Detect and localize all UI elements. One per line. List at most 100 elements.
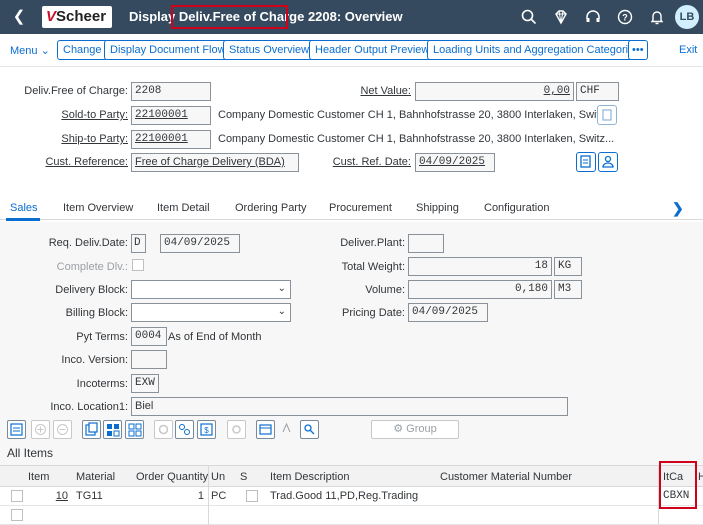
req-deliv-type-field[interactable]: D: [131, 234, 146, 253]
cust-ref-date-label: Cust. Ref. Date:: [332, 156, 411, 168]
select-all-icon[interactable]: [103, 420, 122, 439]
table-row[interactable]: 10 TG11 1 PC Trad.Good 11,PD,Reg.Trading…: [0, 487, 703, 506]
col-customer-material[interactable]: Customer Material Number: [440, 471, 572, 483]
more-button[interactable]: •••: [628, 40, 648, 60]
inco-version-field[interactable]: [131, 350, 167, 369]
document-icon[interactable]: [576, 152, 596, 172]
schedule-icon[interactable]: [175, 420, 194, 439]
row-quantity: 1: [197, 490, 204, 502]
pyt-terms-field[interactable]: 0004: [131, 327, 167, 346]
remove-icon[interactable]: [53, 420, 72, 439]
group-button[interactable]: ⚙ Group: [371, 420, 459, 439]
tab-configuration[interactable]: Configuration: [484, 202, 549, 214]
headset-icon[interactable]: [584, 8, 602, 26]
req-deliv-date-field[interactable]: 04/09/2025: [160, 234, 240, 253]
sold-to-description: Company Domestic Customer CH 1, Bahnhofs…: [218, 109, 615, 121]
pricing-date-field[interactable]: 04/09/2025: [408, 303, 488, 322]
ship-to-label: Ship-to Party:: [61, 133, 128, 145]
deliv-field[interactable]: 2208: [131, 82, 211, 101]
currency-field[interactable]: CHF: [576, 82, 619, 101]
tab-item-detail[interactable]: Item Detail: [157, 202, 210, 214]
pricing-icon[interactable]: $: [197, 420, 216, 439]
col-item-description[interactable]: Item Description: [270, 471, 349, 483]
tab-sales[interactable]: Sales: [10, 202, 38, 214]
col-status[interactable]: S: [240, 471, 247, 483]
filter-icon[interactable]: [300, 420, 319, 439]
volume-unit[interactable]: M3: [554, 280, 582, 299]
shell-bar: ❮ VScheer Display Deliv.Free of Charge 2…: [0, 0, 703, 34]
row-select-checkbox[interactable]: [11, 490, 23, 502]
deliver-plant-field[interactable]: [408, 234, 444, 253]
details-icon[interactable]: [7, 420, 26, 439]
cust-reference-label: Cust. Reference:: [45, 156, 128, 168]
chevron-down-icon[interactable]: ⌵: [376, 8, 384, 21]
complete-dlv-label: Complete Dlv.:: [56, 261, 128, 273]
tab-ordering-party[interactable]: Ordering Party: [235, 202, 307, 214]
ship-to-description: Company Domestic Customer CH 1, Bahnhofs…: [218, 133, 615, 145]
column-divider: [208, 465, 209, 525]
cust-reference-field[interactable]: Free of Charge Delivery (BDA): [131, 153, 299, 172]
row-item[interactable]: 10: [28, 490, 68, 502]
diamond-icon[interactable]: [552, 8, 570, 26]
req-deliv-label: Req. Deliv.Date:: [48, 237, 128, 249]
copy-rows-icon[interactable]: [82, 420, 101, 439]
pyt-terms-label: Pyt Terms:: [76, 331, 128, 343]
sold-to-field[interactable]: 22100001: [131, 106, 211, 125]
deliver-plant-label: Deliver.Plant:: [340, 237, 405, 249]
col-order-quantity[interactable]: Order Quantity: [136, 471, 208, 483]
row-status-checkbox[interactable]: [246, 490, 258, 502]
exit-button[interactable]: Exit: [679, 44, 697, 56]
settings-icon[interactable]: [227, 420, 246, 439]
table-settings-icon[interactable]: [256, 420, 275, 439]
tab-procurement[interactable]: Procurement: [329, 202, 392, 214]
pricing-date-label: Pricing Date:: [342, 307, 405, 319]
table-row[interactable]: [0, 506, 703, 525]
loading-units-button[interactable]: Loading Units and Aggregation Categories: [427, 40, 646, 60]
back-arrow-icon[interactable]: ❮: [10, 8, 28, 26]
col-unit[interactable]: Un: [211, 471, 225, 483]
svg-text:$: $: [204, 426, 209, 435]
col-item[interactable]: Item: [28, 471, 49, 483]
bell-icon[interactable]: [648, 8, 666, 26]
sort-icon[interactable]: [278, 420, 297, 439]
all-items-title: All Items: [7, 446, 54, 460]
ship-to-field[interactable]: 22100001: [131, 130, 211, 149]
incoterms-field[interactable]: EXW: [131, 374, 159, 393]
status-overview-button[interactable]: Status Overview: [223, 40, 316, 60]
copy-icon[interactable]: [597, 105, 617, 125]
tab-bar: Sales Item Overview Item Detail Ordering…: [0, 198, 703, 220]
chevron-right-icon[interactable]: ❯: [672, 200, 684, 217]
add-icon[interactable]: [31, 420, 50, 439]
inco-location-field[interactable]: Biel: [131, 397, 568, 416]
total-weight-unit[interactable]: KG: [554, 257, 582, 276]
company-logo[interactable]: VScheer: [42, 6, 112, 28]
configure-icon[interactable]: [154, 420, 173, 439]
billing-block-label: Billing Block:: [65, 307, 128, 319]
delivery-block-label: Delivery Block:: [55, 284, 128, 296]
header-output-preview-button[interactable]: Header Output Preview: [309, 40, 436, 60]
cust-ref-date-field[interactable]: 04/09/2025: [415, 153, 495, 172]
col-material[interactable]: Material: [76, 471, 115, 483]
active-tab-indicator: [6, 218, 40, 221]
complete-dlv-checkbox[interactable]: [132, 259, 144, 271]
volume-field[interactable]: 0,180: [408, 280, 552, 299]
person-icon[interactable]: [598, 152, 618, 172]
delivery-block-select[interactable]: ⌄: [131, 280, 291, 299]
help-icon[interactable]: ?: [616, 8, 634, 26]
billing-block-select[interactable]: ⌄: [131, 303, 291, 322]
tab-shipping[interactable]: Shipping: [416, 202, 459, 214]
col-h[interactable]: H: [698, 471, 703, 483]
avatar[interactable]: LB: [675, 5, 699, 29]
display-document-flow-button[interactable]: Display Document Flow: [104, 40, 232, 60]
net-value-label: Net Value:: [360, 85, 411, 97]
total-weight-field[interactable]: 18: [408, 257, 552, 276]
chevron-down-icon: ⌄: [277, 306, 286, 317]
deselect-all-icon[interactable]: [125, 420, 144, 439]
net-value-field[interactable]: 0,00: [415, 82, 574, 101]
row-select-checkbox[interactable]: [11, 509, 23, 521]
tab-item-overview[interactable]: Item Overview: [63, 202, 133, 214]
change-button[interactable]: Change: [57, 40, 108, 60]
row-description: Trad.Good 11,PD,Reg.Trading: [270, 490, 419, 502]
search-icon[interactable]: [520, 8, 538, 26]
menu-button[interactable]: Menu ⌄: [10, 44, 50, 57]
